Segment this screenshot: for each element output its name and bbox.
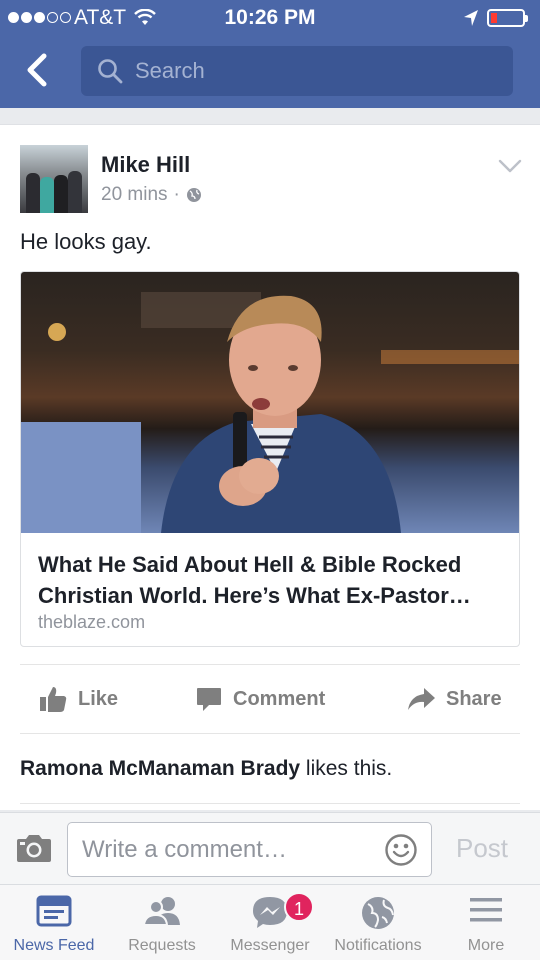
likes-suffix: likes this. xyxy=(300,757,393,780)
divider xyxy=(20,664,520,665)
post-meta: 20 mins · xyxy=(101,184,202,206)
tab-label: More xyxy=(467,937,505,954)
search-icon xyxy=(98,59,123,84)
comment-input[interactable] xyxy=(82,823,382,876)
camera-icon[interactable] xyxy=(16,833,52,863)
share-label: Share xyxy=(446,687,502,710)
comment-label: Comment xyxy=(233,687,326,710)
smiley-icon[interactable] xyxy=(384,833,418,867)
tab-requests[interactable]: Requests xyxy=(108,885,216,960)
link-domain: theblaze.com xyxy=(38,612,146,632)
link-title[interactable]: What He Said About Hell & Bible Rocked C… xyxy=(38,549,508,611)
tab-label: Messenger xyxy=(230,937,310,954)
link-preview[interactable]: What He Said About Hell & Bible Rocked C… xyxy=(20,271,520,647)
clock: 10:26 PM xyxy=(224,6,316,29)
battery-icon xyxy=(487,9,528,27)
search-bar[interactable] xyxy=(81,46,513,96)
tab-label: Notifications xyxy=(334,937,422,954)
post-text: He looks gay. xyxy=(20,229,152,254)
tab-news-feed[interactable]: News Feed xyxy=(0,885,108,960)
tab-bar: News Feed Requests Messenger Notificatio… xyxy=(0,884,540,960)
globe-icon xyxy=(186,188,201,202)
liker-name[interactable]: Ramona McManaman Brady xyxy=(20,757,300,780)
post-comment-button[interactable]: Post xyxy=(456,833,508,864)
comment-icon xyxy=(197,688,221,711)
post-author[interactable]: Mike Hill xyxy=(101,152,190,178)
messenger-badge: 1 xyxy=(284,892,314,922)
share-button[interactable]: Share xyxy=(406,681,502,717)
tab-label: Requests xyxy=(128,937,196,954)
link-preview-image xyxy=(21,272,519,533)
chevron-left-icon[interactable] xyxy=(18,48,58,92)
avatar[interactable] xyxy=(20,145,88,213)
menu-icon xyxy=(470,898,502,922)
news-feed-icon xyxy=(36,895,72,927)
speaker-photo xyxy=(21,292,519,533)
divider xyxy=(20,733,520,734)
comment-field[interactable] xyxy=(67,822,432,877)
like-label: Like xyxy=(78,687,119,710)
tab-more[interactable]: More xyxy=(432,885,540,960)
thumbs-up-icon xyxy=(40,687,67,712)
news-feed-post: Mike Hill 20 mins · He looks gay. What H… xyxy=(0,124,540,810)
comment-composer: Post xyxy=(0,812,540,884)
comment-button[interactable]: Comment xyxy=(195,681,325,717)
location-arrow-icon xyxy=(464,10,478,26)
like-button[interactable]: Like xyxy=(38,681,118,717)
tab-notifications[interactable]: Notifications xyxy=(324,885,432,960)
share-arrow-icon xyxy=(408,688,435,710)
messenger-icon xyxy=(253,897,287,928)
post-timestamp[interactable]: 20 mins xyxy=(101,184,168,206)
tab-label: News Feed xyxy=(13,937,95,954)
divider xyxy=(20,803,520,804)
status-bar: AT&T 10:26 PM xyxy=(0,0,540,36)
likes-summary: Ramona McManaman Brady likes this. xyxy=(20,757,392,781)
globe-icon xyxy=(362,897,394,929)
friend-requests-icon xyxy=(142,897,180,926)
meta-separator: · xyxy=(173,184,180,205)
search-input[interactable] xyxy=(135,46,495,96)
top-bar: AT&T 10:26 PM xyxy=(0,0,540,108)
chevron-down-icon[interactable] xyxy=(498,159,522,173)
